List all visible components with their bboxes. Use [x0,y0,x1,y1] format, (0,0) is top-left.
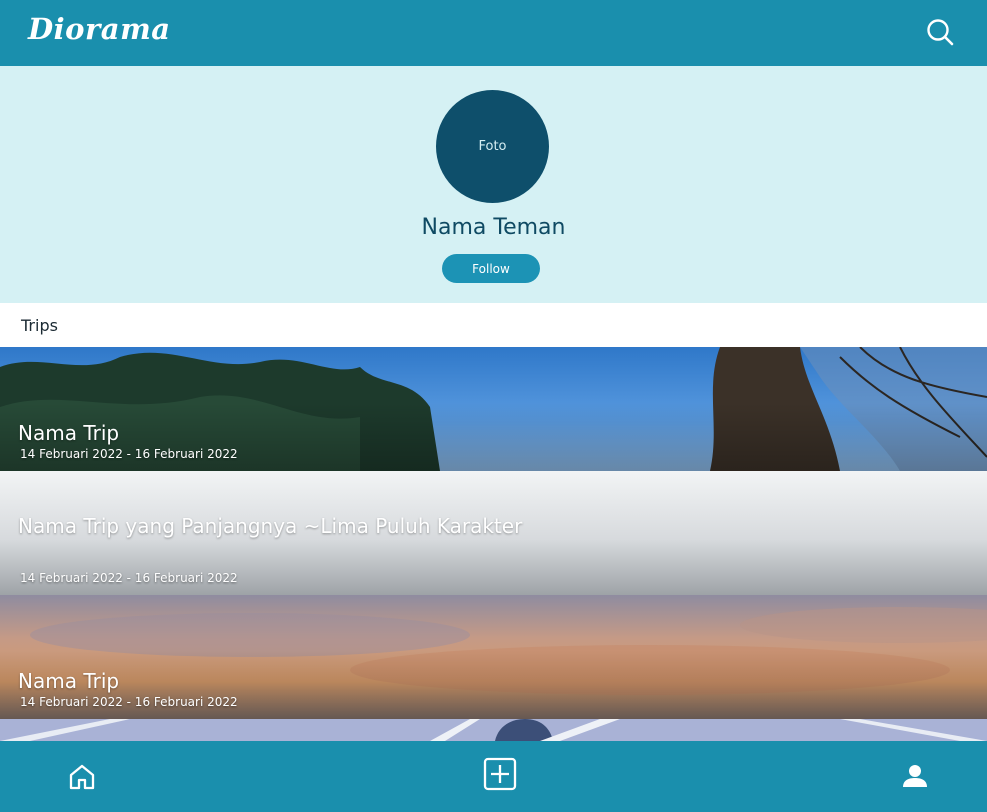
search-icon [927,19,954,46]
trip-card[interactable]: Nama Trip 14 Februari 2022 - 16 Februari… [0,595,987,719]
follow-button[interactable]: Follow [442,254,540,283]
top-app-bar: Diorama [0,0,987,66]
trip-card[interactable]: Nama Trip yang Panjangnya ~Lima Puluh Ka… [0,471,987,595]
add-square-icon [483,757,517,791]
trip-card[interactable] [0,719,987,741]
trip-card[interactable]: Nama Trip 14 Februari 2022 - 16 Februari… [0,347,987,471]
trip-date: 14 Februari 2022 - 16 Februari 2022 [20,447,238,461]
trip-name: Nama Trip [18,669,120,693]
search-button[interactable] [924,16,956,48]
friend-profile-section: Foto Nama Teman Follow [0,66,987,303]
profile-icon [903,765,927,787]
trip-name: Nama Trip yang Panjangnya ~Lima Puluh Ka… [18,514,523,538]
friend-name: Nama Teman [421,215,566,240]
trips-title: Trips [21,316,58,335]
nav-home-button[interactable] [65,760,99,794]
home-icon [69,764,95,790]
bottom-navigation [0,741,987,812]
trip-date: 14 Februari 2022 - 16 Februari 2022 [20,571,238,585]
trip-date: 14 Februari 2022 - 16 Februari 2022 [20,695,238,709]
trip-cover-image [0,719,987,741]
avatar-label: Foto [478,139,507,154]
nav-add-trip-button[interactable] [483,757,517,791]
avatar[interactable]: Foto [436,90,549,203]
trip-name: Nama Trip [18,421,120,445]
trips-section-header: Trips [0,303,987,347]
app-logo[interactable]: Diorama [28,12,171,46]
nav-profile-button[interactable] [898,760,932,794]
